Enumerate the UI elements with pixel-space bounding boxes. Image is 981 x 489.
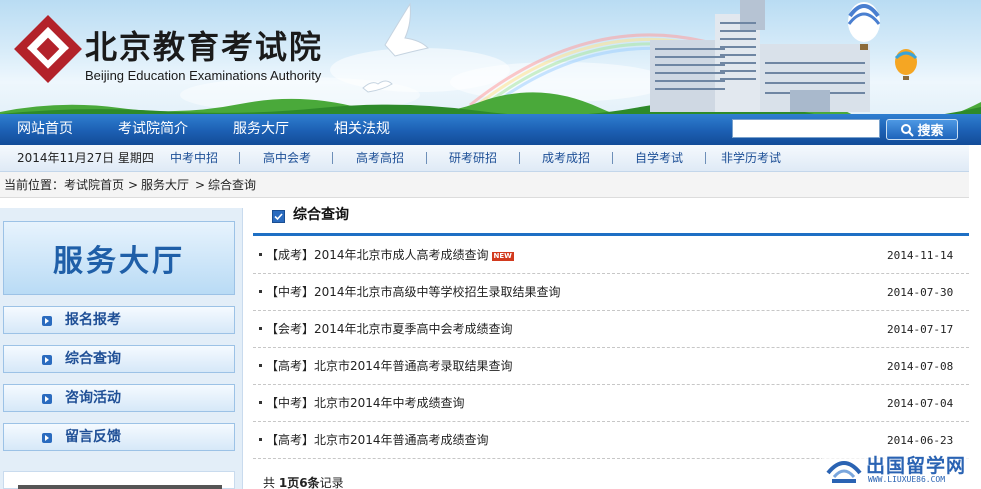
sub-nav: 2014年11月27日 星期四 中考中招 高中会考 高考高招 研考研招 成考成招… bbox=[0, 145, 969, 172]
sidebar-title: 服务大厅 bbox=[53, 244, 185, 279]
subnav-huikao[interactable]: 高中会考 bbox=[263, 145, 311, 171]
list-item[interactable]: 【会考】2014年北京市夏季高中会考成绩查询 2014-07-17 bbox=[253, 311, 969, 348]
breadcrumb-separator: > bbox=[128, 178, 139, 192]
list-item[interactable]: 【成考】2014年北京市成人高考成绩查询 NEW 2014-11-14 bbox=[253, 237, 969, 274]
sidebar-item-label: 报名报考 bbox=[65, 312, 121, 328]
list-bullet bbox=[259, 327, 262, 330]
current-date: 2014年11月27日 星期四 bbox=[17, 151, 154, 165]
breadcrumb-current[interactable]: 综合查询 bbox=[208, 172, 256, 198]
arrow-bullet-icon bbox=[42, 433, 52, 443]
sidebar-item-label: 留言反馈 bbox=[65, 429, 121, 445]
breadcrumb-home[interactable]: 考试院首页 bbox=[64, 172, 124, 198]
new-badge-icon: NEW bbox=[491, 252, 514, 261]
subnav-zixue[interactable]: 自学考试 bbox=[635, 145, 683, 171]
arrow-bullet-icon bbox=[42, 394, 52, 404]
breadcrumb-service-hall[interactable]: 服务大厅 bbox=[141, 172, 189, 198]
sidebar: 服务大厅 报名报考 综合查询 咨询活动 留言反馈 bbox=[0, 208, 243, 489]
section-header: 综合查询 bbox=[253, 202, 969, 236]
logo-emblem bbox=[14, 15, 82, 83]
building-illustration bbox=[650, 0, 870, 112]
breadcrumb: 当前位置： 考试院首页 > 服务大厅 > 综合查询 bbox=[0, 172, 969, 198]
list-bullet bbox=[259, 364, 262, 367]
pager-prefix: 共 bbox=[263, 476, 276, 489]
list-item-title: 【高考】北京市2014年普通高考录取结果查询 bbox=[266, 359, 513, 373]
list-item-title: 【成考】2014年北京市成人高考成绩查询 NEW bbox=[266, 237, 514, 274]
nav-item-about[interactable]: 考试院简介 bbox=[118, 114, 188, 145]
watermark-text: 出国留学网 bbox=[866, 455, 967, 477]
subnav-feixueli[interactable]: 非学历考试 bbox=[721, 145, 781, 171]
banner-thumbnail bbox=[18, 485, 222, 489]
subnav-yankao[interactable]: 研考研招 bbox=[449, 145, 497, 171]
subnav-divider bbox=[612, 152, 613, 164]
watermark-url: WWW.LIUXUE86.COM bbox=[868, 475, 946, 484]
pager-pages: 1页 bbox=[278, 476, 300, 489]
breadcrumb-prefix: 当前位置： bbox=[4, 178, 65, 192]
list-bullet bbox=[259, 253, 262, 256]
balloon-small bbox=[894, 49, 918, 80]
list-item-title: 【中考】2014年北京市高级中等学校招生录取结果查询 bbox=[266, 285, 561, 299]
list-bullet bbox=[259, 401, 262, 404]
sidebar-item-label: 综合查询 bbox=[65, 351, 121, 367]
subnav-gaokao[interactable]: 高考高招 bbox=[356, 145, 404, 171]
section-title: 综合查询 bbox=[293, 207, 349, 223]
list-item-title: 【中考】北京市2014年中考成绩查询 bbox=[266, 396, 465, 410]
nav-item-service-hall[interactable]: 服务大厅 bbox=[233, 114, 289, 145]
list-item-title: 【会考】2014年北京市夏季高中会考成绩查询 bbox=[266, 322, 513, 336]
list-item-text: 【成考】2014年北京市成人高考成绩查询 bbox=[266, 248, 489, 262]
list-item[interactable]: 【中考】2014年北京市高级中等学校招生录取结果查询 2014-07-30 bbox=[253, 274, 969, 311]
sidebar-item-registration[interactable]: 报名报考 bbox=[3, 306, 235, 334]
subnav-divider bbox=[519, 152, 520, 164]
arrow-bullet-icon bbox=[42, 355, 52, 365]
breadcrumb-separator: > bbox=[195, 178, 206, 192]
arrow-bullet-icon bbox=[42, 316, 52, 326]
site-logo-title: 北京教育考试院 bbox=[85, 28, 324, 66]
subnav-divider bbox=[705, 152, 706, 164]
sidebar-item-label: 咨询活动 bbox=[65, 390, 121, 406]
search-button[interactable]: 搜索 bbox=[886, 119, 958, 140]
nav-item-home[interactable]: 网站首页 bbox=[17, 114, 73, 145]
search-button-label: 搜索 bbox=[917, 124, 944, 139]
checkbox-icon bbox=[272, 210, 285, 223]
sidebar-bottom-banner bbox=[3, 471, 235, 489]
list-item-title: 【高考】北京市2014年普通高考成绩查询 bbox=[266, 433, 489, 447]
balloon-large bbox=[847, 2, 881, 50]
list-bullet bbox=[259, 438, 262, 441]
sidebar-title-banner: 服务大厅 bbox=[3, 221, 235, 295]
header-banner: 北京教育考试院 Beijing Education Examinations A… bbox=[0, 0, 981, 114]
list-item-date: 2014-07-08 bbox=[887, 360, 954, 373]
pagination-summary: 共 1页6条记录 bbox=[263, 476, 344, 489]
search-input[interactable] bbox=[732, 119, 880, 138]
nav-item-regulations[interactable]: 相关法规 bbox=[334, 114, 390, 145]
subnav-chengkao[interactable]: 成考成招 bbox=[542, 145, 590, 171]
watermark: 出国留学网 WWW.LIUXUE86.COM bbox=[822, 449, 981, 489]
sidebar-item-feedback[interactable]: 留言反馈 bbox=[3, 423, 235, 451]
pager-suffix: 记录 bbox=[319, 476, 344, 489]
subnav-divider bbox=[239, 152, 240, 164]
subnav-zhongkao[interactable]: 中考中招 bbox=[170, 145, 218, 171]
list-item-date: 2014-11-14 bbox=[887, 249, 954, 262]
sidebar-item-query[interactable]: 综合查询 bbox=[3, 345, 235, 373]
sidebar-item-consult[interactable]: 咨询活动 bbox=[3, 384, 235, 412]
list-item[interactable]: 【高考】北京市2014年普通高考录取结果查询 2014-07-08 bbox=[253, 348, 969, 385]
dove-large bbox=[384, 2, 429, 57]
pager-count: 6条 bbox=[299, 476, 320, 489]
subnav-divider bbox=[426, 152, 427, 164]
list-item[interactable]: 【中考】北京市2014年中考成绩查询 2014-07-04 bbox=[253, 385, 969, 422]
list-item-date: 2014-07-30 bbox=[887, 286, 954, 299]
list-item-date: 2014-07-17 bbox=[887, 323, 954, 336]
list-item-date: 2014-07-04 bbox=[887, 397, 954, 410]
list-bullet bbox=[259, 290, 262, 293]
search-icon bbox=[901, 123, 915, 137]
subnav-divider bbox=[332, 152, 333, 164]
site-logo-subtitle: Beijing Education Examinations Authority bbox=[85, 68, 322, 83]
watermark-logo-icon bbox=[826, 461, 862, 483]
